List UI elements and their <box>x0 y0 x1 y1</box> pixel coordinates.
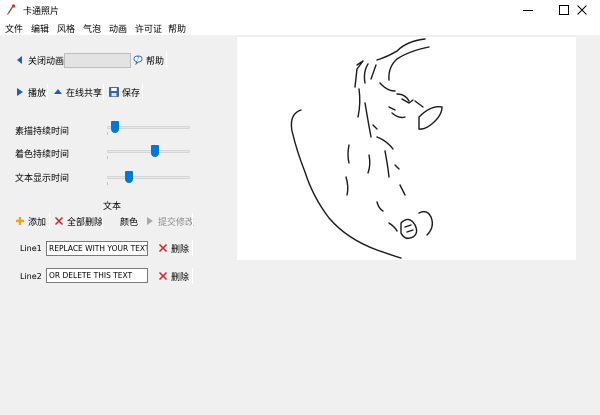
color-button[interactable]: 颜色 <box>119 213 139 229</box>
play-label: 播放 <box>28 88 47 99</box>
animation-field[interactable] <box>64 53 131 68</box>
share-online-label: 在线共享 <box>66 88 103 99</box>
line1-label: Line1 <box>20 244 42 253</box>
line2-delete-button[interactable]: 删除 <box>157 268 190 284</box>
separator <box>47 84 48 100</box>
line2-delete-label: 删除 <box>171 272 190 283</box>
menu-edit[interactable]: 编辑 <box>31 22 49 35</box>
separator <box>103 84 104 100</box>
separator <box>49 213 50 229</box>
app-icon <box>6 4 16 16</box>
add-text-button[interactable]: 添加 <box>14 213 47 229</box>
close-animation-label: 关闭动画 <box>28 56 65 67</box>
photo-canvas[interactable] <box>237 37 576 260</box>
help-button[interactable]: ? 帮助 <box>132 52 165 68</box>
help-label: 帮助 <box>146 56 165 67</box>
menu-license[interactable]: 许可证 <box>135 22 162 35</box>
svg-text:?: ? <box>137 57 140 63</box>
menu-animation[interactable]: 动画 <box>109 22 127 35</box>
help-bubble-icon: ? <box>133 55 143 65</box>
sketch-duration-thumb[interactable] <box>111 121 119 133</box>
delete-x-icon <box>158 271 168 281</box>
play-icon <box>17 88 23 96</box>
minimize-button[interactable] <box>510 0 546 20</box>
window-title: 卡通照片 <box>23 7 60 17</box>
delete-all-button[interactable]: 全部删除 <box>53 213 104 229</box>
save-button[interactable]: 保存 <box>108 84 141 100</box>
color-duration-thumb[interactable] <box>151 145 159 157</box>
line2-label: Line2 <box>20 272 42 281</box>
plus-icon <box>16 217 24 225</box>
close-animation-button[interactable]: 关闭动画 <box>14 52 65 68</box>
text-duration-slider[interactable] <box>107 171 190 185</box>
upload-icon <box>54 89 62 94</box>
menu-style[interactable]: 风格 <box>57 22 75 35</box>
sketch-duration-label: 素描持续时间 <box>15 127 70 137</box>
text-duration-thumb[interactable] <box>125 171 133 183</box>
delete-all-label: 全部删除 <box>67 217 104 228</box>
separator <box>166 52 167 68</box>
commit-changes-label: 提交修改 <box>158 217 195 228</box>
play-button[interactable]: 播放 <box>14 84 47 100</box>
separator <box>102 213 103 229</box>
separator <box>142 84 143 100</box>
sketch-duration-slider[interactable] <box>107 121 190 135</box>
close-button[interactable] <box>564 0 600 20</box>
color-duration-slider[interactable] <box>107 145 190 159</box>
separator <box>192 213 193 229</box>
arrow-left-icon <box>17 56 22 64</box>
cartoon-sketch-image <box>290 38 443 259</box>
text-section-heading: 文本 <box>103 202 122 212</box>
separator <box>192 240 193 256</box>
color-label: 颜色 <box>120 217 139 228</box>
separator <box>192 268 193 284</box>
line1-input[interactable]: REPLACE WITH YOUR TEXT <box>46 241 148 256</box>
close-icon <box>577 5 587 15</box>
menu-bubble[interactable]: 气泡 <box>83 22 101 35</box>
commit-changes-button[interactable]: 提交修改 <box>144 213 195 229</box>
floppy-disk-icon <box>109 87 119 97</box>
delete-x-icon <box>158 243 168 253</box>
line1-delete-button[interactable]: 删除 <box>157 240 190 256</box>
line1-delete-label: 删除 <box>171 244 190 255</box>
delete-x-icon <box>54 216 64 226</box>
menu-file[interactable]: 文件 <box>5 22 23 35</box>
color-duration-label: 着色持续时间 <box>15 150 70 160</box>
minimize-icon <box>523 10 533 11</box>
add-text-label: 添加 <box>28 217 47 228</box>
play-icon <box>147 217 153 225</box>
menu-help[interactable]: 帮助 <box>168 22 186 35</box>
share-online-button[interactable]: 在线共享 <box>52 84 103 100</box>
save-label: 保存 <box>122 88 141 99</box>
text-duration-label: 文本显示时间 <box>15 174 70 184</box>
line2-input[interactable]: OR DELETE THIS TEXT <box>46 268 148 283</box>
